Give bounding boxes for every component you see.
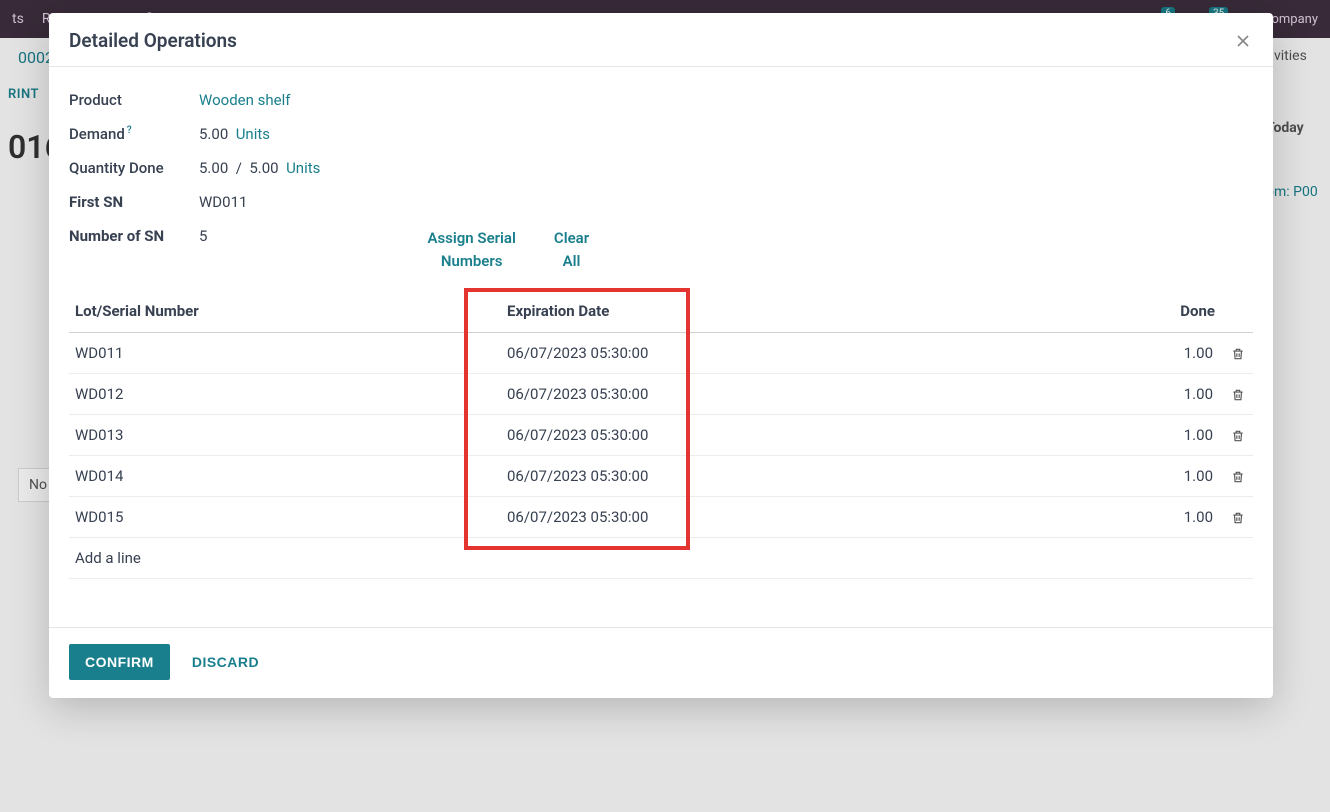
qty-units[interactable]: Units xyxy=(286,159,320,177)
col-header-expiration[interactable]: Expiration Date xyxy=(469,290,1143,333)
first-sn-value[interactable]: WD011 xyxy=(199,193,247,211)
product-label: Product xyxy=(69,91,199,109)
clear-all-button[interactable]: ClearAll xyxy=(554,227,589,272)
modal-body: Product Wooden shelf Demand? 5.00 Units … xyxy=(49,67,1273,587)
expiration-cell[interactable]: 06/07/2023 05:30:00 xyxy=(469,415,1143,456)
col-header-done[interactable]: Done xyxy=(1143,290,1223,333)
num-sn-value[interactable]: 5 xyxy=(199,227,207,245)
first-sn-label: First SN xyxy=(69,193,199,211)
expiration-cell[interactable]: 06/07/2023 05:30:00 xyxy=(469,333,1143,374)
modal-footer: CONFIRM DISCARD xyxy=(49,627,1273,698)
modal-header: Detailed Operations xyxy=(49,13,1273,67)
close-icon xyxy=(1233,31,1253,51)
help-icon[interactable]: ? xyxy=(127,125,132,136)
expiration-cell[interactable]: 06/07/2023 05:30:00 xyxy=(469,497,1143,538)
table-row[interactable]: WD01206/07/2023 05:30:001.00 xyxy=(69,374,1253,415)
table-row[interactable]: WD01406/07/2023 05:30:001.00 xyxy=(69,456,1253,497)
demand-units[interactable]: Units xyxy=(236,125,270,143)
done-cell[interactable]: 1.00 xyxy=(1143,456,1223,497)
serial-cell[interactable]: WD014 xyxy=(69,456,469,497)
serial-cell[interactable]: WD015 xyxy=(69,497,469,538)
detailed-operations-modal: Detailed Operations Product Wooden shelf… xyxy=(49,13,1273,698)
confirm-button[interactable]: CONFIRM xyxy=(69,644,170,680)
delete-row-button[interactable] xyxy=(1223,456,1253,497)
trash-icon xyxy=(1231,347,1245,361)
product-value[interactable]: Wooden shelf xyxy=(199,91,290,109)
add-line-button[interactable]: Add a line xyxy=(69,538,1253,579)
serial-cell[interactable]: WD013 xyxy=(69,415,469,456)
discard-button[interactable]: DISCARD xyxy=(180,644,271,680)
table-row[interactable]: WD01506/07/2023 05:30:001.00 xyxy=(69,497,1253,538)
serial-cell[interactable]: WD011 xyxy=(69,333,469,374)
delete-row-button[interactable] xyxy=(1223,415,1253,456)
delete-row-button[interactable] xyxy=(1223,374,1253,415)
done-cell[interactable]: 1.00 xyxy=(1143,374,1223,415)
table-row[interactable]: WD01306/07/2023 05:30:001.00 xyxy=(69,415,1253,456)
trash-icon xyxy=(1231,388,1245,402)
done-cell[interactable]: 1.00 xyxy=(1143,415,1223,456)
qty-done-label: Quantity Done xyxy=(69,159,199,177)
assign-serial-numbers-button[interactable]: Assign SerialNumbers xyxy=(427,227,515,272)
done-cell[interactable]: 1.00 xyxy=(1143,333,1223,374)
delete-row-button[interactable] xyxy=(1223,497,1253,538)
expiration-cell[interactable]: 06/07/2023 05:30:00 xyxy=(469,456,1143,497)
trash-icon xyxy=(1231,429,1245,443)
serial-numbers-table: Lot/Serial Number Expiration Date Done W… xyxy=(69,290,1253,579)
expiration-cell[interactable]: 06/07/2023 05:30:00 xyxy=(469,374,1143,415)
close-button[interactable] xyxy=(1233,31,1253,51)
trash-icon xyxy=(1231,470,1245,484)
demand-value: 5.00 Units xyxy=(199,125,270,143)
done-cell[interactable]: 1.00 xyxy=(1143,497,1223,538)
modal-title: Detailed Operations xyxy=(69,29,237,52)
demand-label: Demand? xyxy=(69,125,199,143)
table-row[interactable]: WD01106/07/2023 05:30:001.00 xyxy=(69,333,1253,374)
delete-row-button[interactable] xyxy=(1223,333,1253,374)
num-sn-label: Number of SN xyxy=(69,227,199,245)
serial-cell[interactable]: WD012 xyxy=(69,374,469,415)
trash-icon xyxy=(1231,511,1245,525)
col-header-serial[interactable]: Lot/Serial Number xyxy=(69,290,469,333)
qty-done-value: 5.00 / 5.00 Units xyxy=(199,159,320,177)
